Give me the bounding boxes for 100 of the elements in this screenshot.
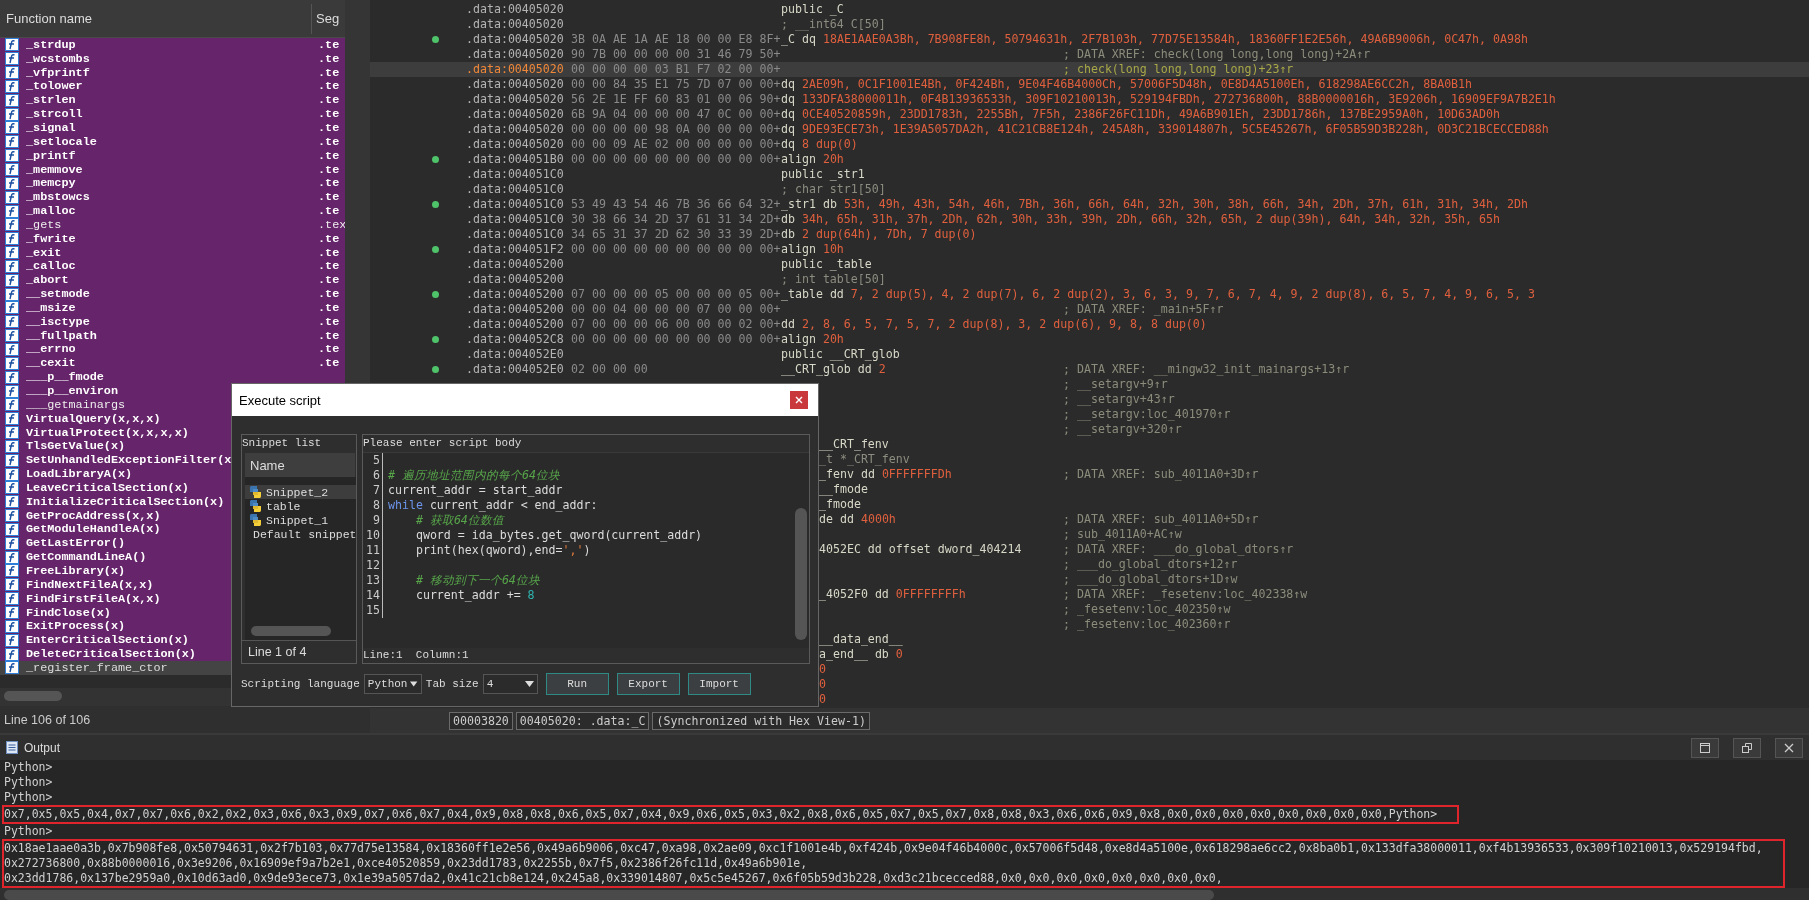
- comment-text: ; __int64 C[50]: [781, 17, 886, 31]
- address-text: .data:004051C0: [466, 182, 564, 196]
- address-text: .data:004052E0: [466, 362, 564, 376]
- comment-text: ; ___do_global_dtors+1D↑w: [1063, 572, 1238, 587]
- address-text: .data:00405020: [466, 62, 564, 76]
- address-text: .data:00405020: [466, 137, 564, 151]
- byte-text: 00 00 00 00 03 B1 F7 02 00 00+: [571, 62, 781, 76]
- code-line: current_addr = start_addr: [388, 483, 563, 498]
- comment-text: ; __setargv+43↑r: [1063, 392, 1175, 407]
- instruction-text: align 10h: [781, 242, 844, 256]
- instruction-text: 0: [819, 662, 826, 676]
- output-line: 0x23dd1786,0x137be2959a0,0x10d63ad0,0x9de93ece73,0x1e39a5057da2,0x41c21cb8e124,0x245a8,0x339014807,0x5c5e45267,0x6f05b59d3b228,0xd3c21bcecced88,0x0,0x0,0x0,0x0,0x0,0x0,0x0,0x0,: [4, 871, 1224, 886]
- address-text: .data:00405200: [466, 317, 564, 331]
- byte-text: 00 00 84 35 E1 75 7D 07 00 00+: [571, 77, 781, 91]
- byte-text: 00 00 00 00 00 00 00 00 00 00+: [571, 242, 781, 256]
- comment-text: ; DATA XREF: sub_4011A0+3D↑r: [1063, 467, 1259, 482]
- byte-text: 00 00 04 00 00 00 07 00 00 00+: [571, 302, 781, 316]
- instruction-text: align 20h: [781, 152, 844, 166]
- address-text: .data:00405020: [466, 2, 564, 16]
- instruction-text: dq 133DFA38000011h, 0F4B13936533h, 309F10210013h, 529194FBDh, 272736800h, 88B0000016h, 3E9206h, 16909EF9A7B2E1h: [781, 92, 1556, 106]
- instruction-text: db 34h, 65h, 31h, 37h, 2Dh, 62h, 30h, 33h, 39h, 2Dh, 66h, 32h, 65h, 2 dup(39h), 64h, 34h, 32h, 35h, 65h: [781, 212, 1500, 226]
- address-text: .data:00405200: [466, 257, 564, 271]
- instruction-text: public _C: [781, 2, 844, 16]
- address-text: .data:004052C8: [466, 332, 564, 346]
- comment-text: ; DATA XREF: sub_4011A0+5D↑r: [1063, 512, 1259, 527]
- address-text: .data:00405200: [466, 287, 564, 301]
- comment-text: ; _fesetenv:loc_402350↑w: [1063, 602, 1231, 617]
- byte-text: 53 49 43 54 46 7B 36 66 64 32+: [571, 197, 781, 211]
- instruction-text: __CRT_glob dd 2: [781, 362, 886, 376]
- byte-text: 07 00 00 00 06 00 00 00 02 00+: [571, 317, 781, 331]
- instruction-text: __CRT_fenv: [819, 437, 889, 451]
- instruction-text: _table dd 7, 2 dup(5), 4, 2 dup(7), 6, 2 dup(2), 3, 6, 3, 9, 7, 6, 7, 4, 9, 2 dup(8), 6, 5, 7, 4, 9, 6, 5, 3: [781, 287, 1535, 301]
- line-number: 5: [363, 453, 383, 468]
- instruction-text: align 20h: [781, 332, 844, 346]
- group-title: Please enter script body: [363, 436, 523, 451]
- output-line: Python>: [4, 760, 53, 775]
- byte-text: 56 2E 1E FF 60 83 01 00 06 90+: [571, 92, 781, 106]
- instruction-text: 4052EC dd offset dword_404214: [819, 542, 1022, 556]
- line-number: 6: [363, 468, 383, 483]
- comment-text: _t *_CRT_fenv: [819, 452, 910, 466]
- output-line: Python>: [4, 790, 53, 805]
- comment-text: ; _fesetenv:loc_402360↑r: [1063, 617, 1231, 632]
- byte-text: 90 7B 00 00 00 00 31 46 79 50+: [571, 47, 781, 61]
- line-number: 9: [363, 513, 383, 528]
- comment-text: ; DATA XREF: _fesetenv:loc_402338↑w: [1063, 587, 1308, 602]
- output-line: 0x18ae1aae0a3b,0x7b908fe8,0x50794631,0x2f7b103,0x77d75e13584,0x18360ff1e2e56,0x49a6b9006,0xc47,0xa98,0x2ae09,0xc1f1001e4b,0xf424b,0x9e04f46b4000c,0x57006f5d48,0xe8d4a5100e,0x618298ae6cc2,0x8ba0b1,0x133dfa38000011,0xf4b13936533,0x309f10210013,0x529194fbd,: [4, 841, 1763, 856]
- address-text: .data:00405020: [466, 47, 564, 61]
- byte-text: 00 00 00 00 00 00 00 00 00 00+: [571, 152, 781, 166]
- address-text: .data:004052E0: [466, 347, 564, 361]
- status-field: 00003820: [449, 711, 513, 730]
- address-text: .data:004051C0: [466, 212, 564, 226]
- code-line: qword = ida_bytes.get_qword(current_addr): [414, 528, 703, 543]
- line-number: 11: [363, 543, 383, 558]
- byte-text: 02 00 00 00: [571, 362, 648, 376]
- line-number: 8: [363, 498, 383, 513]
- instruction-text: _str1 db 53h, 49h, 43h, 54h, 46h, 7Bh, 36h, 66h, 64h, 32h, 30h, 38h, 66h, 34h, 2Dh, 37h, 61h, 31h, 34h, 2Dh: [781, 197, 1528, 211]
- line-number: 7: [363, 483, 383, 498]
- output-line: Python>: [4, 775, 53, 790]
- instruction-text: public __CRT_glob: [781, 347, 900, 361]
- instruction-text: db 2 dup(64h), 7Dh, 7 dup(0): [781, 227, 977, 241]
- line-number: 15: [363, 603, 383, 618]
- code-line: print(hex(qword),end=','): [414, 543, 591, 558]
- instruction-text: dq 8 dup(0): [781, 137, 858, 151]
- comment-text: ; DATA XREF: _main+5F↑r: [1063, 302, 1224, 317]
- comment-text: ; ___do_global_dtors+12↑r: [1063, 557, 1238, 572]
- instruction-text: __fmode: [819, 482, 868, 496]
- address-text: .data:00405020: [466, 17, 564, 31]
- instruction-text: dq 0CE40520859h, 23DD1783h, 2255Bh, 7F5h, 2386F26FC11Dh, 49A6B901Eh, 23DD1786h, 137BE2959A0h, 10D63AD0h: [781, 107, 1500, 121]
- status-text: Line 1 of 4: [248, 645, 307, 659]
- instruction-text: _fenv dd 0FFFFFFFDh: [819, 467, 952, 481]
- code-line: # 移动到下一个64位块: [414, 573, 540, 588]
- address-text: .data:004051F2: [466, 242, 564, 256]
- panel-title: Output: [24, 740, 61, 755]
- byte-text: 00 00 00 00 00 00 00 00 00 00+: [571, 332, 781, 346]
- instruction-text: 0: [819, 692, 826, 706]
- address-text: .data:004051B0: [466, 152, 564, 166]
- comment-text: ; char str1[50]: [781, 182, 886, 196]
- instruction-text: public _str1: [781, 167, 865, 181]
- output-line: 0x272736800,0x88b0000016,0x3e9206,0x16909ef9a7b2e1,0xce40520859,0x23dd1783,0x2255b,0x7f5,0x2386f26fc11d,0x49a6b901e,: [4, 856, 809, 871]
- address-text: .data:00405200: [466, 302, 564, 316]
- address-text: .data:00405020: [466, 77, 564, 91]
- output-line: 0x7,0x5,0x5,0x4,0x7,0x7,0x6,0x2,0x2,0x3,0x6,0x3,0x9,0x7,0x6,0x7,0x4,0x9,0x8,0x8,0x6,0x5,0x7,0x4,0x9,0x6,0x5,0x3,0x2,0x8,0x6,0x5,0x7,0x5,0x7,0x8,0x8,0x3,0x6,0x6,0x9,0x8,0x0,0x0,0x0,0x0,0x0,0x0,0x0,0x0,Python>: [4, 807, 1438, 822]
- output-line: Python>: [4, 824, 53, 839]
- instruction-text: _4052F0 dd 0FFFFFFFFh: [819, 587, 966, 601]
- comment-text: ; int table[50]: [781, 272, 886, 286]
- comment-text: ; DATA XREF: ___do_global_dtors↑r: [1063, 542, 1294, 557]
- address-text: .data:004051C0: [466, 227, 564, 241]
- comment-text: ; __setargv+320↑r: [1063, 422, 1182, 437]
- address-text: .data:00405020: [466, 122, 564, 136]
- byte-text: 07 00 00 00 05 00 00 00 05 00+: [571, 287, 781, 301]
- byte-text: 00 00 09 AE 02 00 00 00 00 00+: [571, 137, 781, 151]
- code-line: while current_addr < end_addr:: [388, 498, 598, 513]
- byte-text: 34 65 31 37 2D 62 30 33 39 2D+: [571, 227, 781, 241]
- code-line: # 获取64位数值: [414, 513, 504, 528]
- code-line: # 遍历地址范围内的每个64位块: [388, 468, 560, 483]
- instruction-text: __data_end__: [819, 632, 903, 646]
- comment-text: ; check(long long,long long)+23↑r: [1063, 62, 1294, 77]
- comment-text: ; DATA XREF: check(long long,long long)+2A↑r: [1063, 47, 1371, 62]
- line-number: 14: [363, 588, 383, 603]
- instruction-text: 0: [819, 677, 826, 691]
